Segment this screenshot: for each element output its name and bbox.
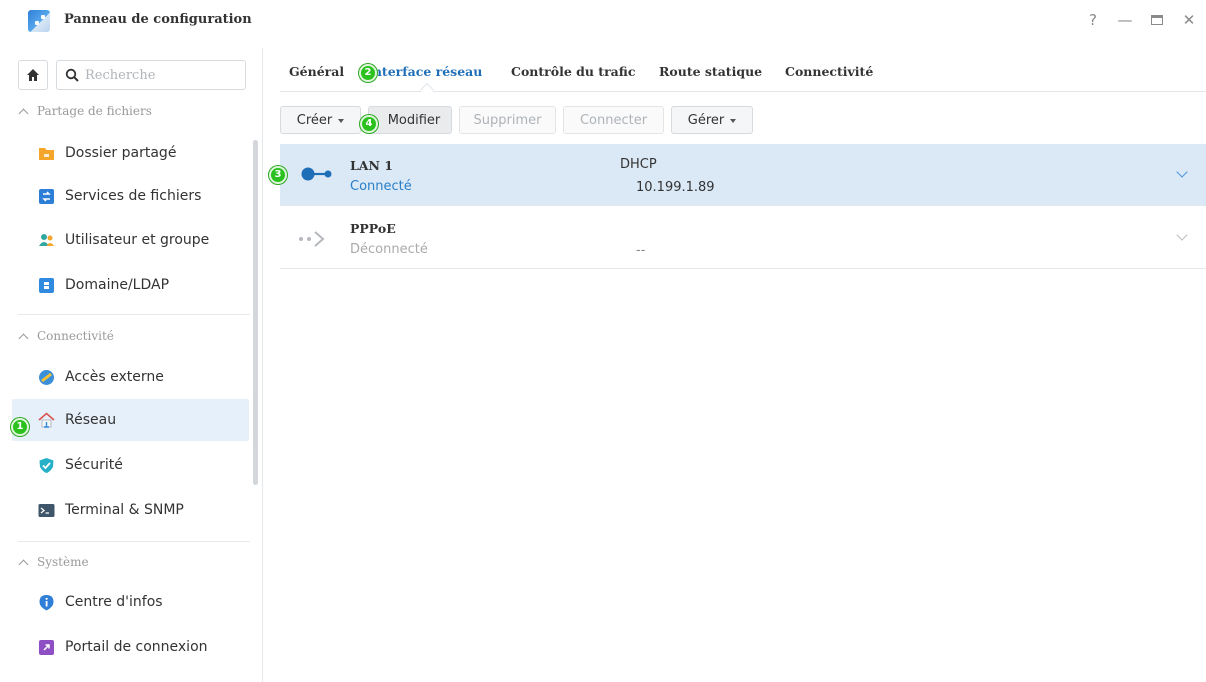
step-marker-3: 3 [269,166,287,184]
help-button[interactable]: ? [1084,10,1102,30]
create-label: Créer [296,112,333,128]
interface-status: Déconnecté [350,242,428,257]
sidebar-item-shared-folder[interactable]: Dossier partagé [12,132,249,174]
sidebar-item-label: Sécurité [65,457,123,473]
interface-row-pppoe[interactable]: PPPoE Déconnecté -- [280,207,1206,269]
terminal-icon [38,503,55,517]
manage-label: Gérer [687,112,725,128]
search-icon [65,68,79,82]
interface-name: PPPoE [350,221,396,236]
interface-address: -- [636,243,646,258]
external-access-icon [39,369,54,385]
section-label: Système [37,555,89,569]
sidebar-item-login-portal[interactable]: Portail de connexion [12,626,249,668]
home-icon [27,69,39,81]
section-system[interactable]: Système [18,555,89,569]
sidebar-item-label: Réseau [65,412,117,428]
sidebar-item-file-services[interactable]: Services de fichiers [12,175,249,217]
modify-button[interactable]: Modifier [368,106,452,134]
sidebar-item-label: Dossier partagé [65,145,177,161]
sidebar-item-domain-ldap[interactable]: Domaine/LDAP [12,264,249,306]
chevron-up-icon [18,333,29,343]
maximize-button[interactable] [1148,10,1166,30]
chevron-up-icon [18,559,29,569]
directory-icon [39,277,54,293]
sidebar-item-label: Domaine/LDAP [65,277,170,293]
portal-icon [39,639,54,655]
maximize-icon [1151,15,1163,25]
search-box[interactable] [56,60,246,90]
control-panel-icon [28,10,50,32]
sidebar-item-label: Terminal & SNMP [65,502,184,518]
sidebar-item-terminal-snmp[interactable]: Terminal & SNMP [12,489,249,531]
sidebar-item-external-access[interactable]: Accès externe [12,356,249,398]
minimize-button[interactable]: — [1116,10,1134,30]
home-button[interactable] [18,60,48,90]
sidebar-item-label: Services de fichiers [65,188,202,204]
sidebar: Partage de fichiers Dossier partagé Serv… [0,48,263,682]
caret-down-icon [338,119,345,123]
close-button[interactable]: ✕ [1180,10,1198,30]
network-house-icon [38,411,55,428]
tab-bar: Général Interface réseau Contrôle du tra… [280,48,1206,98]
interface-address: 10.199.1.89 [636,180,715,195]
sidebar-item-network[interactable]: Réseau [12,399,249,441]
sidebar-item-label: Utilisateur et groupe [65,232,210,248]
modify-label: Modifier [387,112,441,128]
step-marker-4: 4 [360,115,378,133]
sidebar-item-info-center[interactable]: Centre d'infos [12,581,249,623]
chevron-down-icon[interactable] [1176,229,1188,241]
folder-icon [39,147,54,160]
section-label: Connectivité [37,329,114,343]
tab-static-route[interactable]: Route statique [659,64,762,79]
sidebar-item-users-groups[interactable]: Utilisateur et groupe [12,219,249,261]
interface-status: Connecté [350,179,412,194]
window-title: Panneau de configuration [64,12,252,27]
divider [18,541,250,542]
tab-traffic-control[interactable]: Contrôle du trafic [511,64,635,79]
interface-row-lan1[interactable]: LAN 1 Connecté DHCP 10.199.1.89 [280,144,1206,206]
sidebar-scrollbar[interactable] [253,140,258,485]
info-icon [39,594,54,610]
sidebar-item-label: Portail de connexion [65,639,208,655]
active-tab-indicator [419,82,435,98]
connect-label: Connecter [579,112,648,128]
chevron-down-icon[interactable] [1176,166,1188,178]
file-services-icon [39,188,54,204]
pppoe-disconnected-icon [299,231,325,247]
title-bar: Panneau de configuration ? — ✕ [0,0,1206,42]
chevron-up-icon [18,108,29,118]
users-icon [39,233,54,246]
shield-check-icon [39,457,54,473]
sidebar-item-label: Centre d'infos [65,594,163,610]
tab-connectivity[interactable]: Connectivité [785,64,873,79]
sidebar-item-label: Accès externe [65,369,164,385]
step-marker-1: 1 [11,418,29,436]
section-connectivity[interactable]: Connectivité [18,329,114,343]
search-input[interactable] [85,67,205,83]
delete-button[interactable]: Supprimer [459,106,556,134]
divider [18,314,250,315]
caret-down-icon [730,119,737,123]
tab-general[interactable]: Général [289,64,344,79]
section-file-sharing[interactable]: Partage de fichiers [18,104,152,118]
interface-name: LAN 1 [350,158,393,173]
tab-network-interface[interactable]: Interface réseau [367,64,482,79]
section-label: Partage de fichiers [37,104,152,118]
sidebar-item-security[interactable]: Sécurité [12,444,249,486]
connect-button[interactable]: Connecter [563,106,664,134]
interface-mode: DHCP [620,157,657,172]
delete-label: Supprimer [473,112,542,128]
step-marker-2: 2 [359,64,377,82]
lan-connected-icon [301,167,332,181]
manage-button[interactable]: Gérer [671,106,753,134]
create-button[interactable]: Créer [280,106,361,134]
